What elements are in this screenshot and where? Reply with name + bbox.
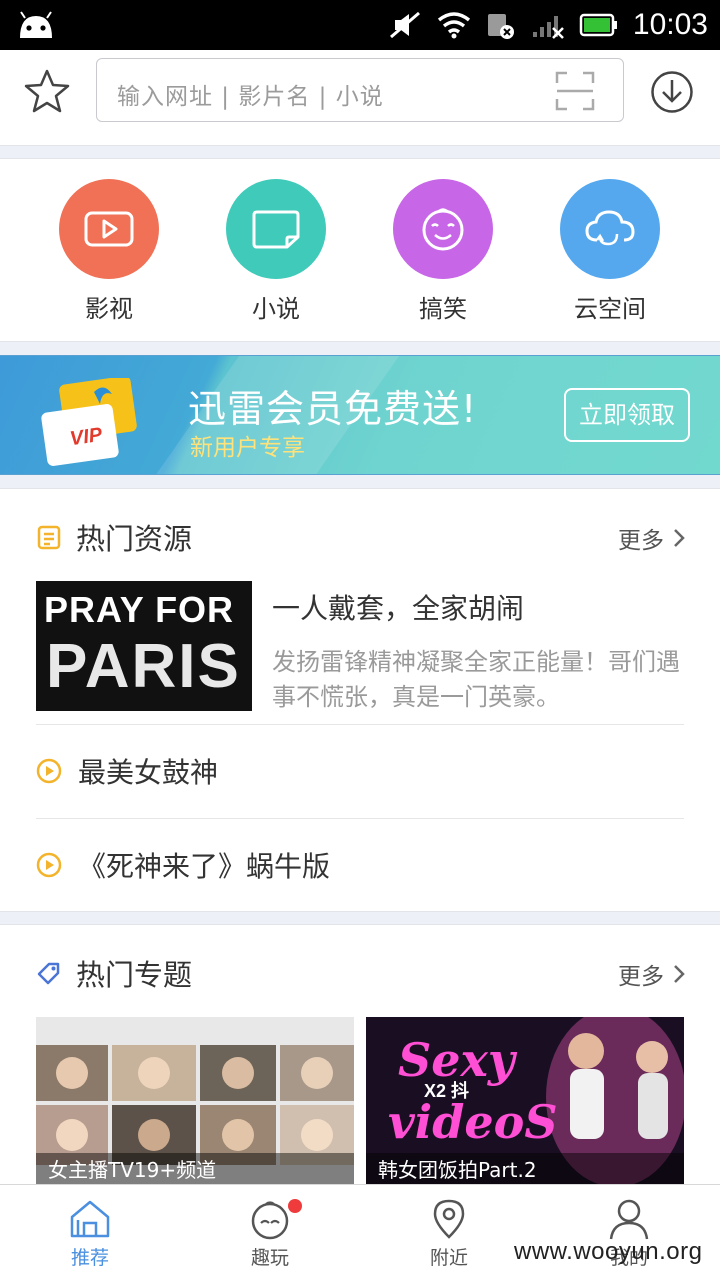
watermark-text: www.wooyun.org	[514, 1238, 703, 1265]
mute-icon	[389, 11, 420, 39]
quick-link-video[interactable]: 影视	[49, 179, 169, 324]
signal-icon	[532, 16, 564, 39]
tab-recommend[interactable]: 推荐	[40, 1197, 140, 1270]
tab-nearby[interactable]: 附近	[399, 1197, 499, 1270]
fun-face-icon	[251, 1201, 289, 1240]
list-item-title: 《死神来了》蜗牛版	[78, 850, 331, 883]
novel-circle	[226, 179, 326, 279]
clock: 10:03	[632, 8, 708, 41]
search-input[interactable]: 输入网址 | 影片名 | 小说	[96, 58, 624, 122]
play-circle-icon	[36, 852, 62, 878]
quick-link-label: 云空间	[574, 295, 646, 323]
art-text-line2: videoS	[388, 1095, 558, 1149]
user-profile-icon	[609, 1199, 649, 1240]
cloud-circle	[560, 179, 660, 279]
video-circle	[59, 179, 159, 279]
banner-title: 迅雷会员免费送!	[188, 387, 478, 431]
quick-link-cloud[interactable]: 云空间	[550, 179, 670, 324]
section-title: 热门专题	[76, 958, 193, 992]
topic-card[interactable]: Sexy X2 抖 videoS 韩女团饭拍Part.2	[366, 1017, 684, 1187]
download-icon[interactable]	[650, 70, 694, 114]
vip-card-text: VIP	[68, 423, 104, 451]
quick-link-novel[interactable]: 小说	[216, 179, 336, 324]
list-item[interactable]: 最美女鼓神	[36, 746, 218, 796]
banner-subtitle: 新用户专享	[190, 435, 305, 461]
section-title: 热门资源	[76, 522, 193, 556]
top-bar: 输入网址 | 影片名 | 小说	[0, 50, 720, 146]
location-pin-icon	[433, 1199, 465, 1239]
topic-caption: 女主播TV19+频道	[36, 1153, 354, 1187]
quick-link-funny[interactable]: 搞笑	[383, 179, 503, 324]
play-video-icon	[84, 211, 134, 247]
tag-icon	[37, 962, 60, 985]
hot-topics-header: 热门专题	[36, 953, 192, 993]
chevron-right-icon	[674, 529, 685, 547]
quick-link-label: 影视	[85, 295, 133, 323]
more-label: 更多	[618, 964, 664, 990]
tab-label: 附近	[429, 1247, 468, 1269]
claim-now-button[interactable]: 立即领取	[564, 388, 690, 442]
vip-promo-banner[interactable]: VIP 迅雷会员免费送! 新用户专享 立即领取	[0, 355, 720, 475]
more-link[interactable]: 更多	[618, 957, 686, 991]
topic-card[interactable]: 女主播TV19+频道	[36, 1017, 354, 1187]
android-notification-icon	[20, 11, 52, 38]
wifi-icon	[437, 12, 471, 39]
list-item[interactable]: 《死神来了》蜗牛版	[36, 840, 330, 890]
notification-badge	[288, 1199, 302, 1213]
more-label: 更多	[618, 528, 664, 554]
featured-description: 发扬雷锋精神凝聚全家正能量！哥们遇事不慌张，真是一门英豪。	[272, 648, 680, 711]
divider	[36, 724, 684, 725]
more-link[interactable]: 更多	[618, 521, 686, 555]
list-item-title: 最美女鼓神	[78, 756, 219, 789]
tab-fun[interactable]: 趣玩	[220, 1197, 320, 1270]
thumbnail-text-line2: PARIS	[46, 632, 241, 701]
thumbnail-text-line1: PRAY FOR	[44, 589, 235, 630]
book-icon	[252, 210, 300, 249]
play-circle-icon	[36, 758, 62, 784]
sim-error-icon	[487, 14, 514, 39]
hot-resources-section: 热门资源 更多 PRAY FOR PARIS 一人戴套，全家胡闹 发扬雷锋精神凝…	[0, 488, 720, 912]
hot-topics-section: 热门专题 更多 女主播TV19+频道 Sexy X2 抖 videoS 韩女团饭…	[0, 924, 720, 1187]
tab-label: 趣玩	[250, 1247, 289, 1269]
battery-icon	[579, 13, 617, 37]
quick-link-label: 搞笑	[419, 295, 467, 323]
status-bar: 10:03	[0, 0, 720, 50]
chevron-right-icon	[674, 965, 685, 983]
search-placeholder: 输入网址 | 影片名 | 小说	[117, 84, 384, 110]
scan-qr-icon[interactable]	[555, 71, 595, 111]
smiley-icon	[422, 208, 464, 251]
quick-link-label: 小说	[252, 295, 300, 323]
divider	[36, 818, 684, 819]
tab-label: 推荐	[70, 1247, 109, 1269]
hot-resources-header: 热门资源	[36, 517, 192, 557]
topic-caption: 韩女团饭拍Part.2	[366, 1153, 684, 1187]
featured-title[interactable]: 一人戴套，全家胡闹	[272, 587, 524, 627]
home-icon	[70, 1200, 110, 1238]
vip-card-icon	[41, 378, 137, 466]
funny-circle	[393, 179, 493, 279]
cloud-icon	[585, 210, 635, 246]
quick-links: 影视 小说 搞笑 云空间	[0, 158, 720, 342]
list-doc-icon	[37, 525, 61, 550]
favorite-star-icon[interactable]	[24, 68, 70, 114]
featured-thumbnail[interactable]: PRAY FOR PARIS	[36, 581, 252, 711]
